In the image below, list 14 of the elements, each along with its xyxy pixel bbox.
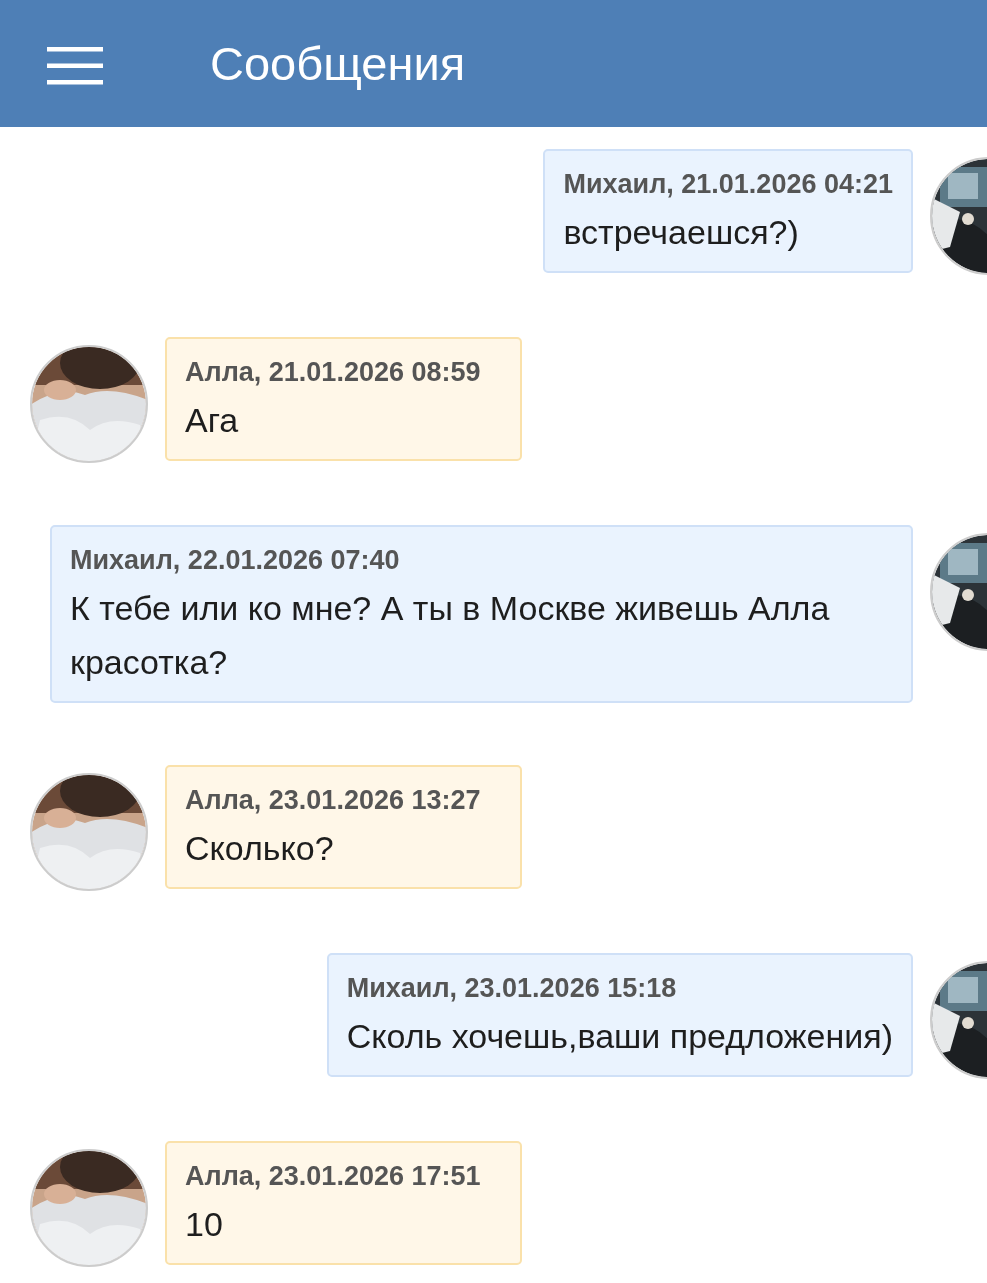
message-text: Сколько? <box>185 828 335 869</box>
message-meta: Михаил, 23.01.2026 15:18 <box>346 972 678 1005</box>
message-text: 10 <box>185 1204 224 1245</box>
page-title: Сообщения <box>210 36 466 91</box>
message-meta: Алла, 23.01.2026 13:27 <box>185 784 482 817</box>
message-text: Ага <box>185 400 240 441</box>
message-meta: Алла, 23.01.2026 17:51 <box>185 1160 482 1193</box>
message-text: встречаешся?) <box>563 212 800 253</box>
message-text: Сколь хочешь,ваши предложения) <box>346 1016 893 1057</box>
message-meta: Михаил, 21.01.2026 04:21 <box>563 168 893 201</box>
message-meta: Алла, 21.01.2026 08:59 <box>185 356 482 389</box>
menu-icon[interactable] <box>47 46 103 85</box>
message-meta: Михаил, 22.01.2026 07:40 <box>70 544 401 577</box>
message-text: К тебе или ко мне? А ты в Москве живешь Алла красотка? <box>70 588 831 683</box>
